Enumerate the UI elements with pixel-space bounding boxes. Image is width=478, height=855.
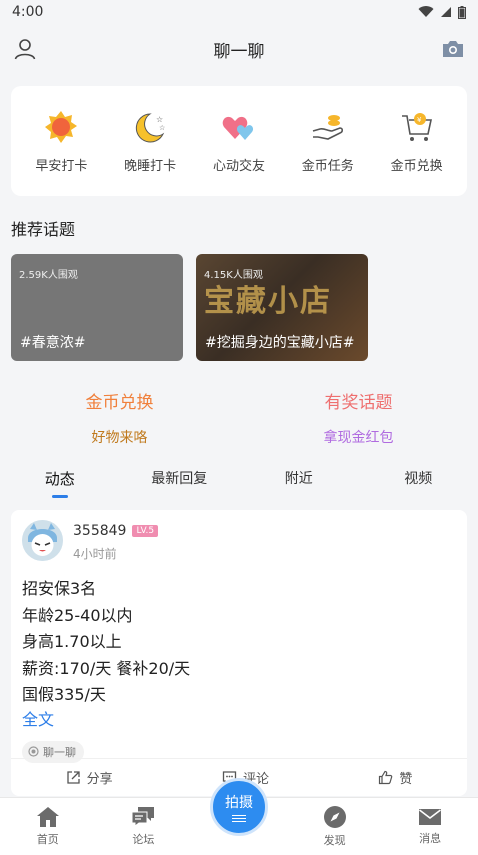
home-icon xyxy=(36,807,59,827)
nav-forum[interactable]: 论坛 xyxy=(96,798,192,855)
hearts-icon xyxy=(222,116,254,140)
post-user-info: 355849 LV.5 4小时前 xyxy=(73,520,159,562)
post-line: 年龄25-40以内 xyxy=(22,605,133,625)
share-label: 分享 xyxy=(86,772,113,787)
share-icon xyxy=(67,771,80,784)
like-button[interactable]: 赞 xyxy=(378,768,412,787)
bottom-nav: 首页 论坛 拍摄 发现 消息 xyxy=(0,778,478,855)
compass-icon xyxy=(323,806,346,828)
like-label: 赞 xyxy=(399,772,413,787)
promo-section: 金币兑换 好物来咯 有奖话题 拿现金红包 xyxy=(0,388,478,447)
shoot-label: 拍摄 xyxy=(224,795,253,811)
post-header: 355849 LV.5 4小时前 xyxy=(22,520,456,562)
post-line: 身高1.70以上 xyxy=(22,632,122,651)
nav-label: 首页 xyxy=(36,833,59,846)
tab-video[interactable]: 视频 xyxy=(359,464,478,504)
promo-title: 有奖话题 xyxy=(324,393,393,413)
quick-action-dating[interactable]: 心动交友 xyxy=(196,109,282,174)
tag-circle-icon xyxy=(28,746,39,757)
tab-latest-replies[interactable]: 最新回复 xyxy=(120,464,240,504)
quick-action-label: 金币兑换 xyxy=(390,158,443,174)
menu-icon xyxy=(231,815,246,822)
svg-text:¥: ¥ xyxy=(417,116,422,124)
svg-text:☆: ☆ xyxy=(156,115,163,124)
topic-list: 2.59K人围观 #春意浓# 宝藏小店 4.15K人围观 #挖掘身边的宝藏小店# xyxy=(11,254,467,361)
quick-action-label: 心动交友 xyxy=(212,158,265,174)
thumbs-up-icon xyxy=(379,770,393,785)
svg-text:☆: ☆ xyxy=(159,124,165,132)
post-time: 4小时前 xyxy=(73,547,117,561)
avatar-image xyxy=(22,520,63,561)
active-tab-indicator xyxy=(51,495,68,498)
user-icon xyxy=(14,39,36,60)
quick-action-night-checkin[interactable]: ☆ ☆ 晚睡打卡 xyxy=(107,109,193,174)
nav-label: 发现 xyxy=(323,834,346,847)
tab-label: 最新回复 xyxy=(151,471,208,487)
promo-prize-topic[interactable]: 有奖话题 拿现金红包 xyxy=(239,388,478,447)
promo-title: 金币兑换 xyxy=(85,393,154,413)
tab-activity[interactable]: 动态 xyxy=(0,464,120,504)
quick-action-coin-tasks[interactable]: 金币任务 xyxy=(285,109,371,174)
battery-icon xyxy=(458,5,466,19)
page-title: 聊一聊 xyxy=(213,41,265,62)
nav-label: 论坛 xyxy=(132,833,155,846)
status-bar: 4:00 xyxy=(0,0,478,24)
topic-name: #春意浓# xyxy=(20,335,86,351)
nav-home[interactable]: 首页 xyxy=(0,798,96,855)
tab-nearby[interactable]: 附近 xyxy=(239,464,359,504)
post-card[interactable]: 355849 LV.5 4小时前 招安保3名 年龄25-40以内 身高1.70以… xyxy=(11,510,467,796)
tab-label: 附近 xyxy=(284,471,313,487)
quick-action-label: 早安打卡 xyxy=(35,158,88,174)
avatar[interactable] xyxy=(22,520,63,561)
read-more-link[interactable]: 全文 xyxy=(22,709,456,731)
promo-subtitle: 拿现金红包 xyxy=(323,430,394,446)
feed-tabs: 动态 最新回复 附近 视频 xyxy=(0,464,478,504)
wifi-icon xyxy=(418,6,434,18)
topic-view-count: 4.15K人围观 xyxy=(204,270,263,281)
topic-view-count: 2.59K人围观 xyxy=(19,270,78,281)
quick-action-label: 金币任务 xyxy=(301,158,354,174)
quick-action-morning-checkin[interactable]: 早安打卡 xyxy=(18,109,104,174)
nav-messages[interactable]: 消息 xyxy=(382,798,478,855)
nav-label: 消息 xyxy=(419,832,442,845)
tab-label: 动态 xyxy=(44,470,75,488)
nav-discover[interactable]: 发现 xyxy=(287,798,383,855)
coin-hand-icon xyxy=(312,114,343,140)
level-badge: LV.5 xyxy=(132,525,159,537)
status-icons xyxy=(418,5,466,19)
post-line: 国假335/天 xyxy=(22,685,106,704)
promo-coin-exchange[interactable]: 金币兑换 好物来咯 xyxy=(0,388,239,447)
post-line: 招安保3名 xyxy=(22,579,97,598)
forum-icon xyxy=(131,807,155,827)
topic-name: #挖掘身边的宝藏小店# xyxy=(205,335,355,351)
recommended-topics-title: 推荐话题 xyxy=(11,220,76,239)
promo-subtitle: 好物来咯 xyxy=(91,430,148,446)
user-profile-button[interactable] xyxy=(12,36,38,62)
topic-cover-text: 宝藏小店 xyxy=(204,284,332,319)
nav-shoot: 拍摄 xyxy=(191,778,287,855)
header: 聊一聊 xyxy=(0,24,478,74)
tab-label: 视频 xyxy=(404,471,433,487)
quick-actions-card: 早安打卡 ☆ ☆ 晚睡打卡 心动交友 金币任务 ¥ 金币兑换 xyxy=(11,86,467,196)
username[interactable]: 355849 xyxy=(73,523,126,539)
sun-icon xyxy=(45,110,78,143)
topic-card[interactable]: 宝藏小店 4.15K人围观 #挖掘身边的宝藏小店# xyxy=(196,254,368,361)
quick-action-coin-exchange[interactable]: ¥ 金币兑换 xyxy=(374,109,460,174)
topic-card[interactable]: 2.59K人围观 #春意浓# xyxy=(11,254,183,361)
moon-stars-icon: ☆☆ xyxy=(136,112,165,142)
quick-action-label: 晚睡打卡 xyxy=(124,158,177,174)
signal-icon xyxy=(441,7,451,17)
camera-button[interactable] xyxy=(440,36,466,62)
shoot-button[interactable]: 拍摄 xyxy=(209,778,268,836)
coin-cart-icon: ¥ xyxy=(401,112,432,141)
camera-icon xyxy=(443,41,463,57)
share-button[interactable]: 分享 xyxy=(66,768,113,787)
status-time: 4:00 xyxy=(12,4,44,20)
mail-icon xyxy=(419,809,442,825)
post-content: 招安保3名 年龄25-40以内 身高1.70以上 薪资:170/天 餐补20/天… xyxy=(22,576,456,709)
post-line: 薪资:170/天 餐补20/天 xyxy=(22,658,191,678)
